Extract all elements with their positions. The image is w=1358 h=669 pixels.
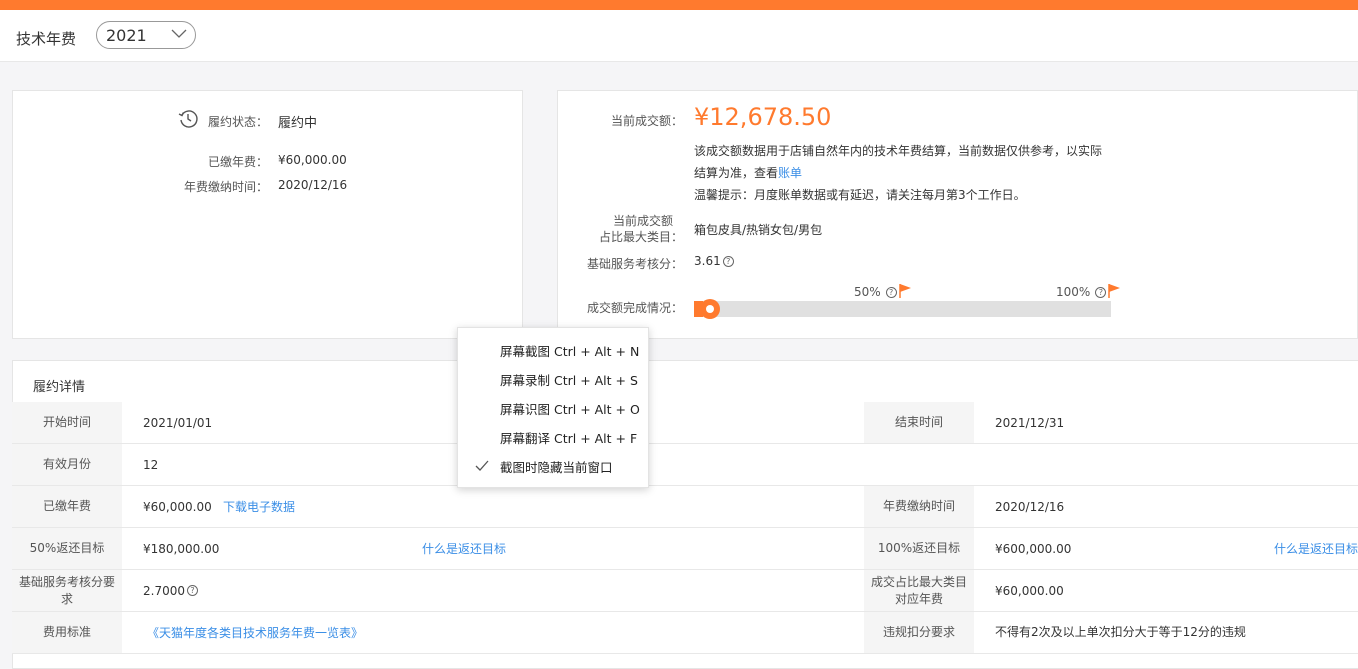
table-value-cell: 2021/12/31 xyxy=(995,415,1065,430)
table-header-cell: 100%返还目标 xyxy=(864,528,974,569)
paid-fee-value: ¥60,000.00 xyxy=(278,153,347,167)
top-accent-bar xyxy=(0,0,1358,10)
amount-value: ¥12,678.50 xyxy=(694,103,832,131)
progress-handle xyxy=(700,299,720,319)
flag-icon xyxy=(899,284,911,298)
pay-time-label: 年费缴纳时间： xyxy=(183,180,268,194)
menu-item-screen-recognize[interactable]: 屏幕识图 Ctrl + Alt + O xyxy=(458,394,648,423)
table-header-cell: 50%返还目标 xyxy=(12,528,122,569)
flag-icon xyxy=(1108,284,1120,298)
context-menu: 屏幕截图 Ctrl + Alt + N 屏幕录制 Ctrl + Alt + S … xyxy=(457,327,649,488)
amount-description-prefix: 结算为准，查看 xyxy=(694,166,779,180)
service-score-number: 3.61 xyxy=(694,254,721,268)
help-icon[interactable]: ? xyxy=(1095,287,1107,298)
amount-description-2: 结算为准，查看账单 xyxy=(694,164,802,181)
table-value-cell: ¥60,000.00 xyxy=(143,499,212,514)
menu-item-screen-translate[interactable]: 屏幕翻译 Ctrl + Alt + F xyxy=(458,423,648,452)
details-title: 履约详情 xyxy=(33,380,86,395)
pay-time-value: 2020/12/16 xyxy=(278,178,348,192)
marker-50-text: 50% xyxy=(854,285,881,299)
help-icon[interactable]: ? xyxy=(722,256,734,267)
table-row: 已缴年费 ¥60,000.00 下载电子数据 年费缴纳时间 2020/12/16 xyxy=(12,486,1358,528)
progress-label: 成交额完成情况： xyxy=(586,301,683,315)
table-header-cell: 年费缴纳时间 xyxy=(864,486,974,527)
table-value-cell: 不得有2次及以上单次扣分大于等于12分的违规 xyxy=(995,625,1246,639)
status-label: 履约状态： xyxy=(207,115,268,129)
status-card: 履约状态： 履约中 已缴年费： ¥60,000.00 年费缴纳时间： 2020/… xyxy=(12,90,523,339)
table-header-cell: 已缴年费 xyxy=(12,486,122,527)
menu-item-hide-window[interactable]: 截图时隐藏当前窗口 xyxy=(458,452,648,481)
table-row: 基础服务考核分要求 2.7000? 成交占比最大类目对应年费 ¥60,000.0… xyxy=(12,570,1358,612)
paid-fee-label: 已缴年费： xyxy=(207,155,268,169)
turnover-card: 当前成交额： ¥12,678.50 该成交额数据用于店铺自然年内的技术年费结算，… xyxy=(557,90,1358,339)
table-row: 费用标准 《天猫年度各类目技术服务年费一览表》 违规扣分要求 不得有2次及以上单… xyxy=(12,612,1358,654)
table-header-cell: 有效月份 xyxy=(12,444,122,485)
menu-item-hide-window-label: 截图时隐藏当前窗口 xyxy=(500,460,613,475)
fee-standard-link[interactable]: 《天猫年度各类目技术服务年费一览表》 xyxy=(147,612,363,653)
year-select-value: 2021 xyxy=(106,26,147,45)
return-target-help-link[interactable]: 什么是返还目标 xyxy=(422,528,506,569)
menu-item-screen-record[interactable]: 屏幕录制 Ctrl + Alt + S xyxy=(458,365,648,394)
tip-text: 温馨提示：月度账单数据或有延迟，请关注每月第3个工作日。 xyxy=(694,188,1026,202)
table-value-cell: ¥600,000.00 xyxy=(995,541,1072,556)
table-row: 开始时间 2021/01/01 结束时间 2021/12/31 xyxy=(12,402,1358,444)
category-value: 箱包皮具/热销女包/男包 xyxy=(694,223,823,237)
table-value-cell: ¥60,000.00 xyxy=(995,583,1064,598)
table-value-cell: 2020/12/16 xyxy=(995,499,1065,514)
amount-label: 当前成交额： xyxy=(610,114,683,128)
table-header-cell: 基础服务考核分要求 xyxy=(12,570,122,611)
page-title: 技术年费 xyxy=(16,30,77,48)
table-value-cell: 12 xyxy=(143,457,159,472)
table-value-cell: ¥180,000.00 xyxy=(143,541,220,556)
return-target-help-link[interactable]: 什么是返还目标 xyxy=(1274,528,1358,569)
table-value-cell: 2.7000? xyxy=(143,570,198,611)
table-value-cell: 2021/01/01 xyxy=(143,415,213,430)
year-select[interactable]: 2021 xyxy=(96,21,196,49)
amount-description: 该成交额数据用于店铺自然年内的技术年费结算，当前数据仅供参考，以实际 xyxy=(694,144,1103,158)
table-header-cell: 费用标准 xyxy=(12,612,122,653)
menu-item-screenshot[interactable]: 屏幕截图 Ctrl + Alt + N xyxy=(458,336,648,365)
help-icon[interactable]: ? xyxy=(885,287,897,298)
category-fee-header: 成交占比最大类目对应年费 xyxy=(870,574,967,606)
marker-100-label: 100%? xyxy=(1056,285,1107,299)
progress-track xyxy=(694,299,1111,319)
service-requirement-value: 2.7000 xyxy=(143,583,185,598)
category-label-2: 占比最大类目： xyxy=(598,230,683,244)
page-header: 技术年费 2021 xyxy=(0,10,1358,62)
table-header-cell: 开始时间 xyxy=(12,402,122,443)
table-header-cell: 结束时间 xyxy=(864,402,974,443)
category-label-1: 当前成交额 xyxy=(612,214,673,228)
download-data-link[interactable]: 下载电子数据 xyxy=(223,486,295,527)
help-icon[interactable]: ? xyxy=(187,585,198,596)
service-score-label: 基础服务考核分： xyxy=(586,257,683,271)
marker-100-text: 100% xyxy=(1056,285,1091,299)
bill-link[interactable]: 账单 xyxy=(778,166,802,180)
status-value: 履约中 xyxy=(278,116,318,131)
chevron-down-icon xyxy=(171,29,187,38)
table-row: 50%返还目标 ¥180,000.00 什么是返还目标 100%返还目标 ¥60… xyxy=(12,528,1358,570)
check-icon xyxy=(475,460,489,471)
marker-50-label: 50%? xyxy=(854,285,897,299)
table-header-cell: 违规扣分要求 xyxy=(864,612,974,653)
service-score-value: 3.61? xyxy=(694,254,734,268)
table-header-cell: 成交占比最大类目对应年费 xyxy=(864,570,974,611)
table-row: 有效月份 12 xyxy=(12,444,1358,486)
